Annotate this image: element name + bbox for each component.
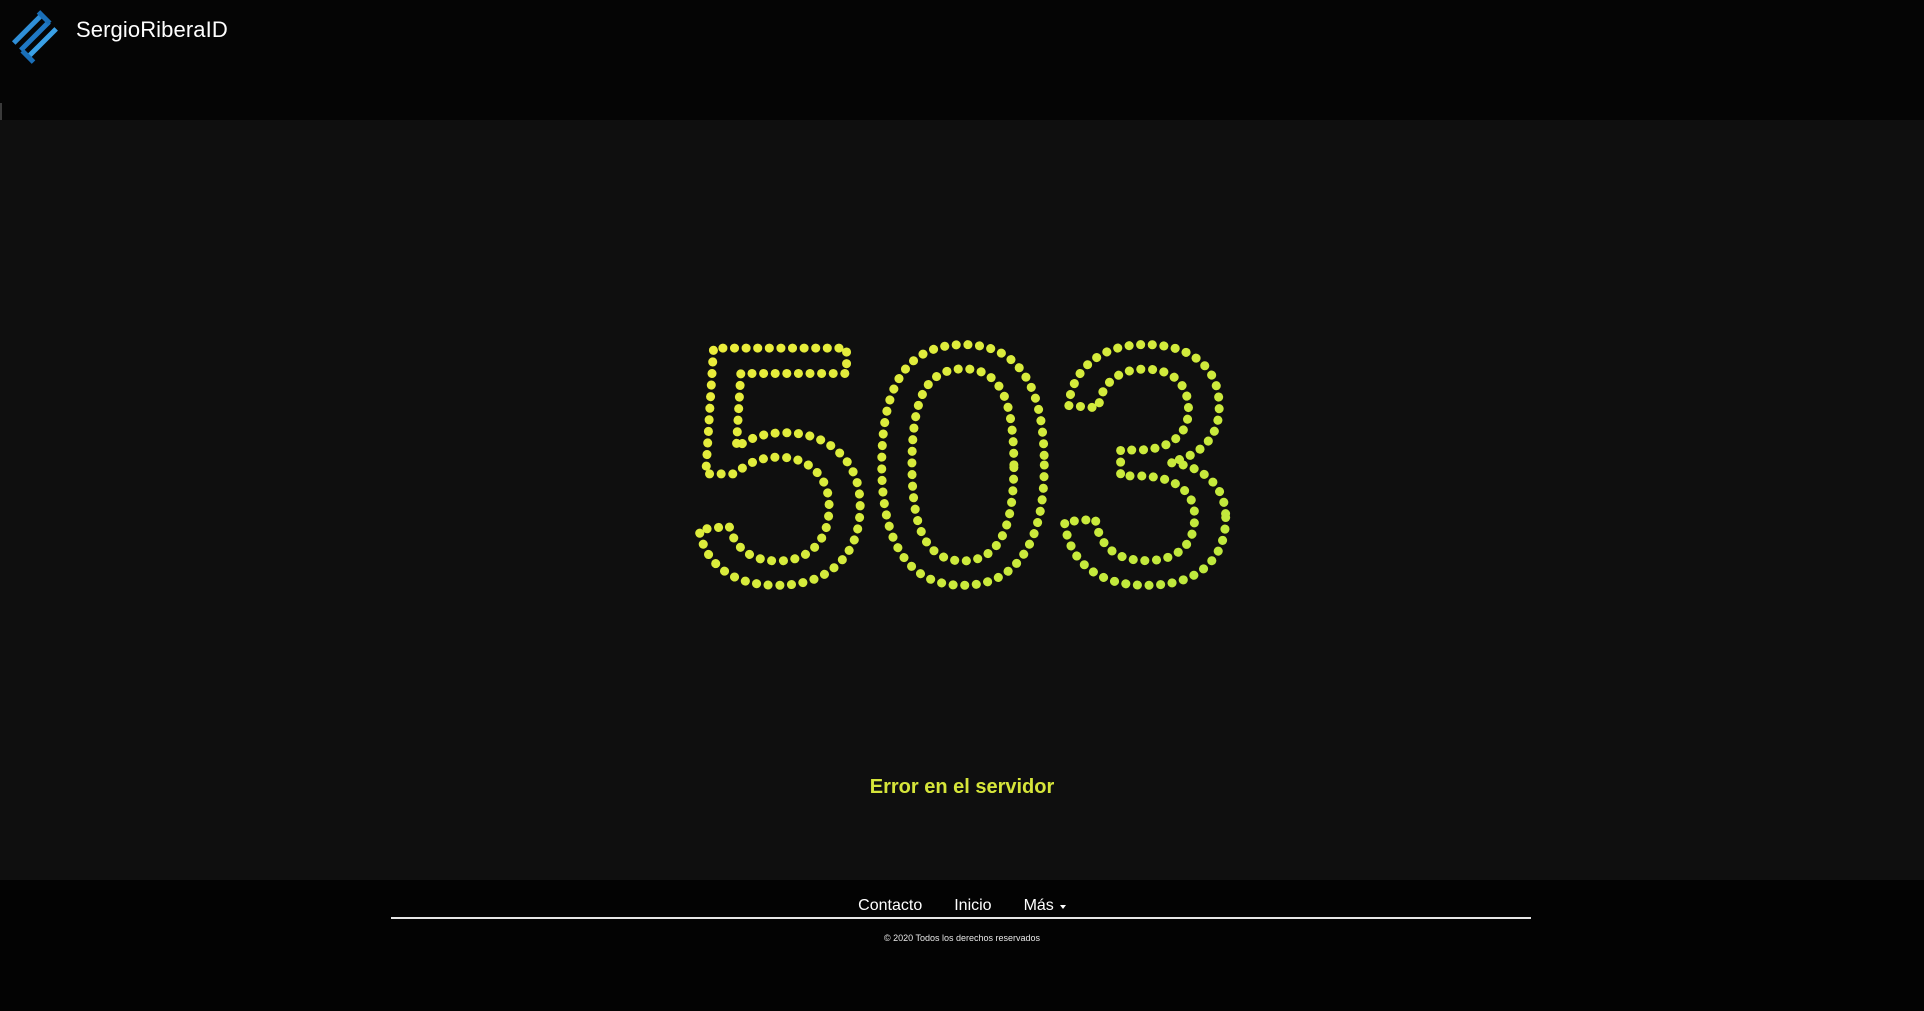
page: SergioRiberaID 503 Error en el servidor [0,0,1924,1011]
footer-divider [391,917,1531,919]
footer-link-contacto[interactable]: Contacto [858,897,922,915]
error-message: Error en el servidor [869,776,1055,798]
footer-dropdown-mas[interactable]: Más [1024,897,1066,915]
site-header: SergioRiberaID [0,0,1924,120]
copyright-text: © 2020 Todos los derechos reservados [883,933,1041,943]
footer-link-label: Contacto [858,897,923,914]
main-content: 503 Error en el servidor [0,120,1924,880]
brand-name: SergioRiberaID [76,17,228,42]
footer-link-label: Más [1023,897,1054,914]
brand-home-link[interactable]: SergioRiberaID [10,6,228,68]
footer-link-label: Inicio [954,897,992,914]
footer-nav: Contacto Inicio Más [0,897,1924,915]
error-code-text: 503 [685,275,1234,655]
footer-link-inicio[interactable]: Inicio [954,897,991,915]
site-footer: Contacto Inicio Más © 2020 Todos los der… [0,880,1924,1011]
caret-down-icon [1059,905,1066,909]
error-code-graphic: 503 [670,271,1250,660]
sergioriberaid-logo-icon [11,10,58,64]
